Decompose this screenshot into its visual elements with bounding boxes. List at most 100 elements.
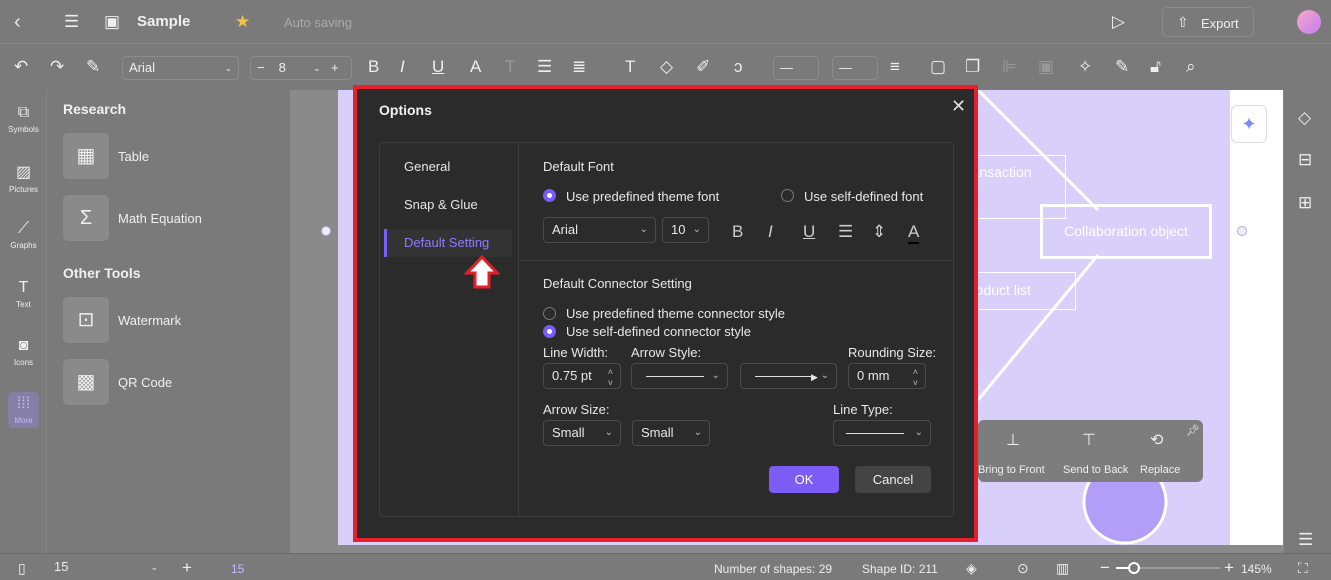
line-end-select[interactable]: —	[832, 56, 878, 80]
fullscreen-icon[interactable]: ⛶	[1298, 558, 1308, 578]
text-icon[interactable]: T	[625, 57, 635, 77]
italic-icon[interactable]: I	[768, 222, 773, 242]
rail-icons[interactable]: ◙ Icons	[0, 337, 47, 367]
selection-handle[interactable]	[321, 226, 331, 236]
edit-icon[interactable]: ✎	[1115, 57, 1129, 77]
qr-code-icon[interactable]: ▩	[63, 359, 109, 405]
rail-symbols[interactable]: ⧉ Symbols	[0, 104, 47, 134]
line-type-select[interactable]: ⌄	[833, 420, 931, 446]
zoom-level[interactable]: 145%	[1241, 562, 1272, 576]
map-icon[interactable]: ▥	[1056, 558, 1069, 578]
dialog-font-select[interactable]: Arial ⌄	[543, 217, 656, 243]
document-title[interactable]: Sample	[137, 13, 190, 30]
export-button[interactable]: ⇧ Export	[1162, 7, 1254, 37]
align-icon[interactable]: ☰	[838, 222, 853, 242]
font-size-stepper[interactable]: −8 ⌄ +	[250, 56, 352, 80]
rounding-size-stepper[interactable]: 0 mm ˄ ˅	[848, 363, 926, 389]
send-to-back-button[interactable]: Send to Back	[1063, 464, 1128, 476]
shape-collaboration-object[interactable]: Collaboration object	[1040, 204, 1212, 259]
rail-pictures[interactable]: ▨ Pictures	[0, 162, 47, 194]
bold-icon[interactable]: B	[732, 222, 743, 242]
front-icon[interactable]: ▢	[930, 57, 946, 77]
zoom-out-icon[interactable]: −	[1100, 558, 1110, 578]
rail-text[interactable]: T Text	[0, 279, 47, 309]
format-painter-icon[interactable]: ✎	[86, 57, 100, 77]
settings-list-icon[interactable]: ☰	[1298, 530, 1313, 550]
font-select[interactable]: Arial ⌄	[122, 56, 239, 80]
magic-icon[interactable]: ✧	[1078, 57, 1092, 77]
radio-self-defined-connector[interactable]	[543, 325, 556, 338]
page-panel-icon[interactable]: ▯	[18, 558, 26, 578]
save-icon[interactable]: ▣	[104, 12, 120, 32]
radio-predefined-connector[interactable]	[543, 307, 556, 320]
cancel-button[interactable]: Cancel	[855, 466, 931, 493]
menu-icon[interactable]: ☰	[64, 12, 79, 32]
pin-icon[interactable]: 📌︎	[1186, 424, 1200, 437]
underline-icon[interactable]: U	[432, 57, 444, 77]
arrow-start-select[interactable]: ⌄	[631, 363, 728, 389]
bring-to-front-button[interactable]: Bring to Front	[978, 464, 1045, 476]
ok-button[interactable]: OK	[769, 466, 839, 493]
avatar[interactable]	[1297, 10, 1321, 34]
search-replace-icon[interactable]: ⌕	[1186, 57, 1196, 77]
arrow-style-label: Arrow Style:	[631, 345, 702, 360]
watermark-icon[interactable]: ⊡	[63, 297, 109, 343]
page-select[interactable]: 15 ⌄	[48, 556, 166, 580]
play-icon[interactable]: ▷	[1112, 12, 1125, 32]
table-item[interactable]: Table	[118, 149, 149, 164]
lock-icon[interactable]: 🔓︎	[1150, 57, 1161, 77]
math-equation-icon[interactable]: Σ	[63, 195, 109, 241]
qr-code-item[interactable]: QR Code	[118, 375, 172, 390]
rail-more[interactable]: ⁞⁞⁞ More	[8, 392, 39, 428]
layers-icon[interactable]: ◈	[966, 558, 977, 578]
redo-icon[interactable]: ↷	[50, 57, 64, 77]
zoom-slider-handle[interactable]	[1128, 562, 1140, 574]
page-tab[interactable]: 15	[231, 562, 244, 576]
italic-icon[interactable]: I	[400, 57, 405, 77]
line-style-select[interactable]: —	[773, 56, 819, 80]
line-spacing-icon[interactable]: ⇕	[872, 222, 886, 242]
add-page-icon[interactable]: +	[182, 558, 192, 578]
line-width-stepper[interactable]: 0.75 pt ˄ ˅	[543, 363, 621, 389]
focus-icon[interactable]: ⊙	[1017, 558, 1029, 578]
group-icon[interactable]: ▣	[1038, 57, 1054, 77]
font-color-icon[interactable]: A	[470, 57, 481, 77]
fill-icon[interactable]: ◇	[660, 57, 673, 77]
page-settings-icon[interactable]: ⊟	[1298, 150, 1312, 170]
fill-icon[interactable]: ◇	[1298, 108, 1311, 128]
table-icon[interactable]: ▦	[63, 133, 109, 179]
underline-icon[interactable]: U	[803, 222, 815, 242]
align-left-icon[interactable]: ⊫	[1002, 57, 1017, 77]
align-icon[interactable]: ☰	[537, 57, 552, 77]
connector-icon[interactable]: ↄ	[734, 57, 743, 77]
nav-general[interactable]: General	[404, 159, 450, 174]
line-color-icon[interactable]: ✐	[696, 57, 710, 77]
copy-icon[interactable]: ❐	[965, 57, 980, 77]
zoom-slider[interactable]	[1116, 562, 1220, 574]
watermark-item[interactable]: Watermark	[118, 313, 181, 328]
nav-snap-glue[interactable]: Snap & Glue	[404, 197, 478, 212]
selection-handle[interactable]	[1237, 226, 1247, 236]
rail-graphs[interactable]: ⟋ Graphs	[0, 220, 47, 250]
grid-icon[interactable]: ⊞	[1298, 193, 1312, 213]
dialog-font-size-select[interactable]: 10 ⌄	[662, 217, 709, 243]
arrow-end-select[interactable]: ▶ ⌄	[740, 363, 837, 389]
text-spacing-icon[interactable]: ≣	[572, 57, 586, 77]
close-icon[interactable]: ✕	[951, 96, 966, 117]
nav-default-setting[interactable]: Default Setting	[384, 229, 512, 257]
ai-sparkle-button[interactable]: ✦	[1231, 105, 1267, 143]
zoom-in-icon[interactable]: +	[1224, 558, 1234, 578]
text-bg-icon[interactable]: T	[505, 57, 515, 77]
font-color-icon[interactable]: A	[908, 222, 920, 244]
bold-icon[interactable]: B	[368, 57, 379, 77]
arrow-size-end-select[interactable]: Small ⌄	[632, 420, 710, 446]
line-weight-icon[interactable]: ≡	[890, 57, 900, 77]
radio-predefined-font[interactable]	[543, 189, 556, 202]
back-icon[interactable]: ‹	[14, 12, 21, 32]
radio-self-defined-font[interactable]	[781, 189, 794, 202]
arrow-size-start-select[interactable]: Small ⌄	[543, 420, 621, 446]
undo-icon[interactable]: ↶	[14, 57, 28, 77]
star-icon[interactable]: ★	[235, 12, 250, 32]
replace-button[interactable]: Replace	[1140, 464, 1180, 476]
math-equation-item[interactable]: Math Equation	[118, 211, 202, 226]
